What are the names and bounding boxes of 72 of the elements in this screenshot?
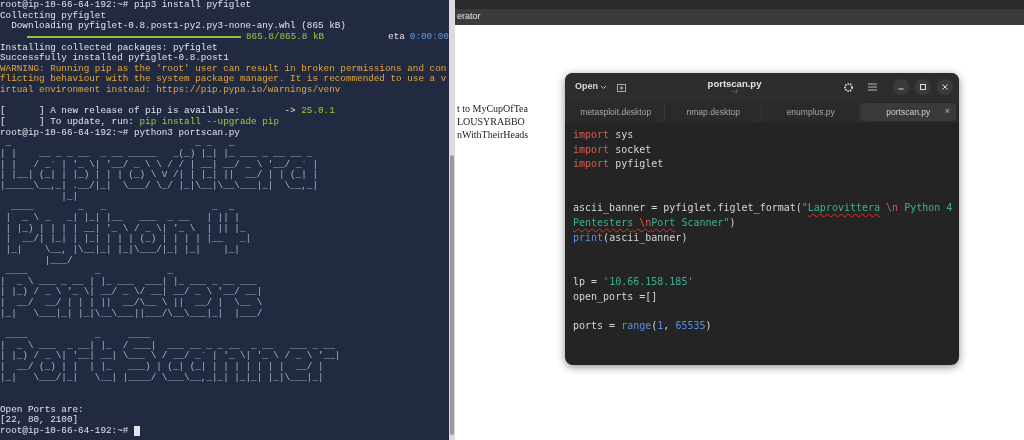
maximize-icon xyxy=(920,84,926,90)
code-token: range xyxy=(621,318,652,333)
terminal-text: irtual environment instead: https://pip.pypa.io/warnings/venv xyxy=(0,84,341,96)
terminal-text: eta xyxy=(388,30,405,42)
code-token: Pentesters xyxy=(573,216,634,231)
ascii-art-text: _ _ _ _ | | __ _ _ __ _ __ _____ _(_) |_| |_ ___ _ __ __ _ | | / _` | '_ \| '__/ _ \ \ / / | __| __/ _ \ '__/ _` | | |__| (_| | |_) | | | (_) \ V /| | |_| || __/ | | (_| | |_____\__,_| .__/|_| \___/ \_/ |_|\__|\__\___|_| \__,_| |_| xyxy=(0,138,319,203)
open-button[interactable]: Open xyxy=(571,80,611,94)
ascii-art-text: ____ _ ____ | _ \ ___ _ __| |_ / ___| ___ __ _ _ __ _ __ ___ _ __ | |_) / _ \| '__| __| \___ \ / __/ _` | '_ \| '_ \ / _ \ '__| | __/ (_) | | | |_ ___) | (_| (_| | | | | | | | __/ | |_| \___/|_| \__| |____/ \___\__,_|_| |_|_| |_|\___|_| xyxy=(0,330,342,385)
page-text: t to MyCupOfTea xyxy=(457,102,529,115)
code-token: (ascii_banner) xyxy=(603,230,688,246)
terminal-text: WARNING: Running pip as the 'root' user can result in broken permissions and con xyxy=(0,62,447,74)
close-icon xyxy=(942,84,948,90)
bookmark-link[interactable]: erator xyxy=(457,10,481,24)
close-button[interactable] xyxy=(937,79,953,95)
page-text: LOUSYRABBO xyxy=(457,115,526,128)
code-token: Laprovittera xyxy=(807,201,881,216)
menu-icon[interactable] xyxy=(868,83,877,91)
code-token: 65535 xyxy=(675,318,706,333)
minimize-button[interactable] xyxy=(893,79,909,95)
terminal-text: root@ip-10-66-64-192:~# pip3 install pyfiglet xyxy=(0,0,252,10)
code-token: ) xyxy=(729,216,736,231)
terminal-text: [ ] A new release of pip is available: -> xyxy=(0,105,297,117)
code-token: import xyxy=(573,128,610,142)
code-token: print xyxy=(573,230,604,245)
terminal-text: 0:00:00 xyxy=(409,30,449,42)
terminal-text: root@ip-10-66-64-192:~# xyxy=(0,425,130,437)
code-token: " xyxy=(801,201,808,216)
terminal-text: flicting behaviour with the system package manager. It is recommended to use a v xyxy=(0,73,447,85)
text-cursor xyxy=(133,426,140,437)
code-token: import xyxy=(573,157,610,172)
settings-icon[interactable] xyxy=(843,81,854,93)
terminal-text: Installing collected packages: pyfiglet xyxy=(0,41,218,53)
code-token: ascii_banner = pyfiglet.figlet_format( xyxy=(573,201,802,216)
code-token: ports = xyxy=(573,318,617,333)
terminal-text: pip install --upgrade pip xyxy=(139,116,279,128)
terminal-text: Downloading pyfiglet-0.8.post1-py2.py3-none-any.whl (865 kB) xyxy=(10,20,346,32)
code-token: Python 4 xyxy=(903,201,953,216)
terminal-text: Successfully installed pyfiglet-0.8.post1 xyxy=(0,52,229,64)
terminal-text: 25.0.1 xyxy=(301,105,335,117)
tab-close-button[interactable]: × xyxy=(944,105,950,119)
code-token: open_ports =[] xyxy=(573,289,658,305)
code-token: 1 xyxy=(657,318,664,333)
code-token: '10.66.158.185' xyxy=(603,274,694,289)
code-token: ( xyxy=(651,318,658,333)
file-tab[interactable]: enumplus.py xyxy=(763,103,860,121)
code-token: pyfiglet xyxy=(614,157,664,172)
window-title: portscan.py xyxy=(707,78,762,89)
maximize-button[interactable] xyxy=(915,79,931,95)
code-token: import xyxy=(573,142,610,157)
code-token: socket xyxy=(614,142,652,157)
code-token: \n xyxy=(885,201,899,216)
caret-icon xyxy=(600,84,607,90)
code-token: \n xyxy=(638,216,652,231)
ascii-art-text: ____ _ _ | _ \ ___ _ __ | |_ ___ ___| |_ ___ _ __ ___ | |_) / _ \ '_ \| __/ _ \/ __| __/ _ \ '__/ __| | __/ __/ | | | || __/\__ \ || __/ | \__ \ |_| \___|_| |_|\__\___||___/\__\___|_| |___/ xyxy=(0,266,264,321)
code-token: Port xyxy=(651,216,676,231)
new-tab-icon[interactable] xyxy=(617,82,626,92)
terminal-text: Open Ports are: xyxy=(0,403,84,415)
file-tab[interactable]: metasploit.desktop xyxy=(568,103,665,121)
code-token: lp = xyxy=(573,274,599,289)
code-token: , xyxy=(663,318,671,333)
code-token: sys xyxy=(614,128,634,142)
terminal-text: Collecting pyfiglet xyxy=(0,9,106,21)
terminal-text: 865.8/865.8 kB xyxy=(246,30,325,42)
terminal-text: root@ip-10-66-64-192:~# python3 portscan.py xyxy=(0,126,240,138)
ascii-art-text: ____ _ _ _ _ | _ \ _ _| |_| |__ ___ _ __ | || | | |_) | | | | __| '_ \ / _ \| '_ \ | || |_ | __/| |_| | |_| | | | (_) | | | | |__ _| |_| \__, |\__|_| |_|\___/|_| |_| |_| |___/ xyxy=(4,202,253,267)
terminal-text: [ ] To update, run: xyxy=(0,116,135,128)
file-tab[interactable]: portscan.py × xyxy=(860,103,956,121)
terminal-text: [22, 80, 2100] xyxy=(0,414,79,426)
code-token: ) xyxy=(705,318,712,333)
file-tab[interactable]: nmap.desktop xyxy=(665,103,762,121)
page-text: nWithTheirHeads xyxy=(457,128,530,141)
code-token: Scanner" xyxy=(680,216,730,231)
